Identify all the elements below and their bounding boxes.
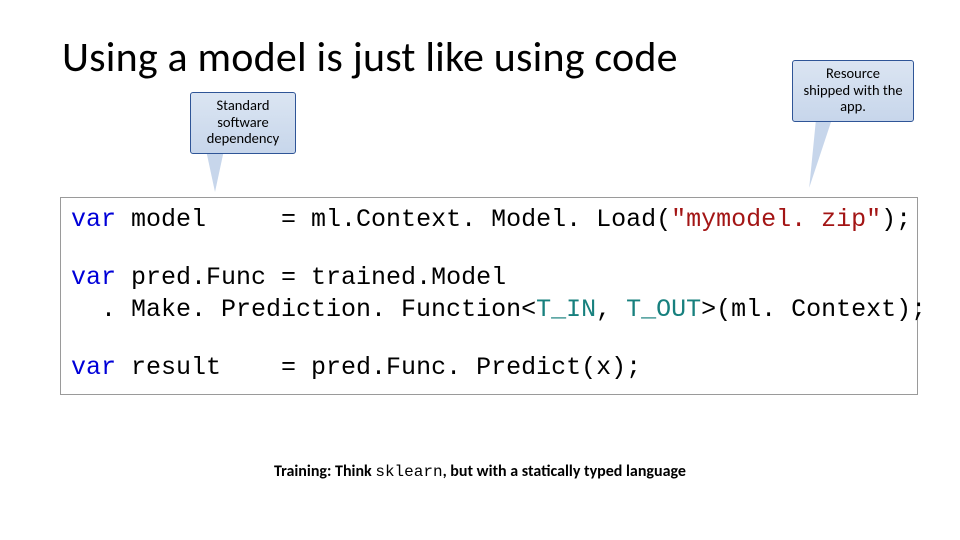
code-text: >(ml. Context); (701, 295, 926, 324)
code-text: pred.Func = trained.Model (116, 263, 506, 292)
type-param: T_IN (536, 295, 596, 324)
callout-pointer (801, 116, 832, 190)
code-block: var model = ml.Context. Model. Load("mym… (60, 197, 918, 395)
slide-title: Using a model is just like using code (62, 32, 678, 83)
footer-note: Training: Think sklearn, but with a stat… (0, 462, 960, 481)
string-literal: "mymodel. zip" (671, 205, 881, 234)
type-param: T_OUT (626, 295, 701, 324)
keyword-var: var (71, 263, 116, 292)
keyword-var: var (71, 205, 116, 234)
code-text: model = ml.Context. Model. Load( (116, 205, 671, 234)
keyword-var: var (71, 353, 116, 382)
callout-standard-dependency: Standard software dependency (190, 92, 296, 154)
slide: Using a model is just like using code St… (0, 0, 960, 540)
footer-text: , but with a statically typed language (443, 462, 686, 481)
code-text: . Make. Prediction. Function< (71, 295, 536, 324)
callout-pointer (206, 150, 224, 192)
code-text: ); (881, 205, 911, 234)
code-text: result = pred.Func. Predict(x); (116, 353, 641, 382)
footer-mono: sklearn (375, 463, 442, 481)
footer-text: Training: Think (274, 462, 375, 481)
code-text: , (596, 295, 626, 324)
callout-resource-shipped: Resource shipped with the app. (792, 60, 914, 122)
